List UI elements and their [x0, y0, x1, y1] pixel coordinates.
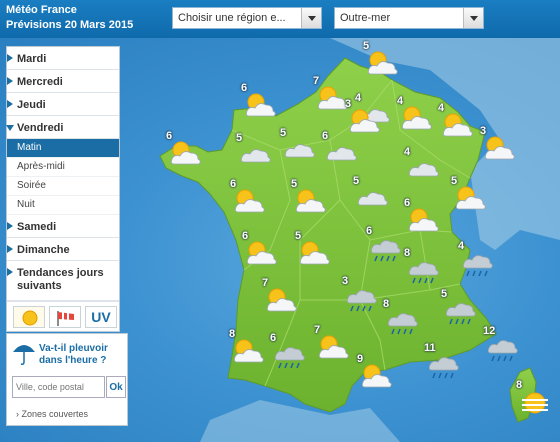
day-label: Vendredi — [17, 122, 64, 134]
rain-icon — [428, 357, 459, 379]
sun-cloud-icon — [408, 208, 439, 232]
day-saturday[interactable]: Samedi — [7, 215, 119, 238]
sun-cloud-icon — [361, 364, 392, 388]
rain-icon — [274, 347, 305, 369]
arrow-right-icon — [7, 268, 13, 276]
sun-cloud-icon — [245, 93, 276, 117]
day-sunday[interactable]: Dimanche — [7, 238, 119, 261]
ok-button[interactable]: Ok — [106, 376, 126, 398]
sun-cloud-icon — [455, 186, 486, 210]
sun-cloud-icon — [234, 189, 265, 213]
neighbour-land-south — [200, 400, 400, 442]
day-tuesday[interactable]: Mardi — [7, 47, 119, 70]
trends-label: Tendances jours suivants — [17, 267, 104, 292]
arrow-right-icon — [7, 100, 13, 108]
day-friday[interactable]: Vendredi — [6, 116, 119, 139]
chevron-down-icon[interactable] — [463, 8, 483, 28]
trends-link[interactable]: Tendances jours suivants — [7, 261, 119, 301]
arrow-right-icon — [7, 245, 13, 253]
rain-icon — [445, 303, 476, 325]
arrow-down-icon — [6, 125, 14, 131]
rain-nowcast-widget: Va-t-il pleuvoir dans l'heure ? Ok › Zon… — [6, 333, 128, 426]
rain-icon — [370, 240, 401, 262]
region-select[interactable]: Choisir une région e... — [172, 7, 322, 29]
sun-cloud-icon — [299, 241, 330, 265]
cloud-icon — [408, 163, 439, 177]
sun-cloud-icon — [318, 335, 349, 359]
app-title: Météo France — [6, 4, 77, 16]
sun-icon — [22, 310, 38, 326]
rain-question: Va-t-il pleuvoir dans l'heure ? — [39, 343, 108, 366]
day-label: Mercredi — [17, 76, 63, 88]
weather-layer-button[interactable] — [13, 306, 45, 328]
rain-icon — [462, 255, 493, 277]
outremer-select[interactable]: Outre-mer — [334, 7, 484, 29]
uv-layer-button[interactable]: UV — [85, 306, 117, 328]
day-wednesday[interactable]: Mercredi — [7, 70, 119, 93]
windsock-icon — [57, 311, 74, 326]
sun-fog-icon — [522, 392, 548, 414]
outremer-select-value: Outre-mer — [340, 12, 391, 24]
arrow-right-icon — [7, 77, 13, 85]
sun-cloud-icon — [442, 113, 473, 137]
city-postcode-input[interactable] — [12, 376, 105, 398]
sun-cloud-icon — [349, 109, 380, 133]
rain-icon — [408, 262, 439, 284]
arrow-right-icon — [7, 54, 13, 62]
arrow-right-icon — [7, 222, 13, 230]
rain-icon — [346, 290, 377, 312]
sun-cloud-icon — [233, 339, 264, 363]
period-night[interactable]: Nuit — [7, 196, 119, 215]
map-layer-toggles: UV — [7, 301, 119, 331]
day-label: Mardi — [17, 53, 47, 65]
sun-cloud-icon — [246, 241, 277, 265]
sun-cloud-icon — [295, 189, 326, 213]
day-label: Jeudi — [17, 99, 46, 111]
day-label: Samedi — [17, 221, 57, 233]
chevron-down-icon[interactable] — [301, 8, 321, 28]
rain-icon — [487, 340, 518, 362]
umbrella-icon — [13, 345, 35, 365]
day-sidebar: Mardi Mercredi Jeudi Vendredi Matin Aprè… — [6, 46, 120, 332]
sun-cloud-icon — [484, 136, 515, 160]
sun-cloud-icon — [170, 141, 201, 165]
period-evening[interactable]: Soirée — [7, 177, 119, 196]
cloud-icon — [284, 144, 315, 158]
forecast-date: Prévisions 20 Mars 2015 — [6, 19, 134, 31]
sun-cloud-icon — [367, 51, 398, 75]
header-bar: Météo France Prévisions 20 Mars 2015 Cho… — [0, 0, 560, 38]
cloud-icon — [326, 147, 357, 161]
day-label: Dimanche — [17, 244, 70, 256]
cloud-icon — [357, 192, 388, 206]
sun-cloud-icon — [266, 288, 297, 312]
rain-icon — [387, 313, 418, 335]
sun-cloud-icon — [401, 106, 432, 130]
cloud-icon — [240, 149, 271, 163]
region-select-value: Choisir une région e... — [178, 12, 286, 24]
period-morning[interactable]: Matin — [7, 139, 119, 158]
wind-layer-button[interactable] — [49, 306, 81, 328]
period-afternoon[interactable]: Après-midi — [7, 158, 119, 177]
covered-zones-link[interactable]: › Zones couvertes — [16, 409, 88, 419]
day-thursday[interactable]: Jeudi — [7, 93, 119, 116]
